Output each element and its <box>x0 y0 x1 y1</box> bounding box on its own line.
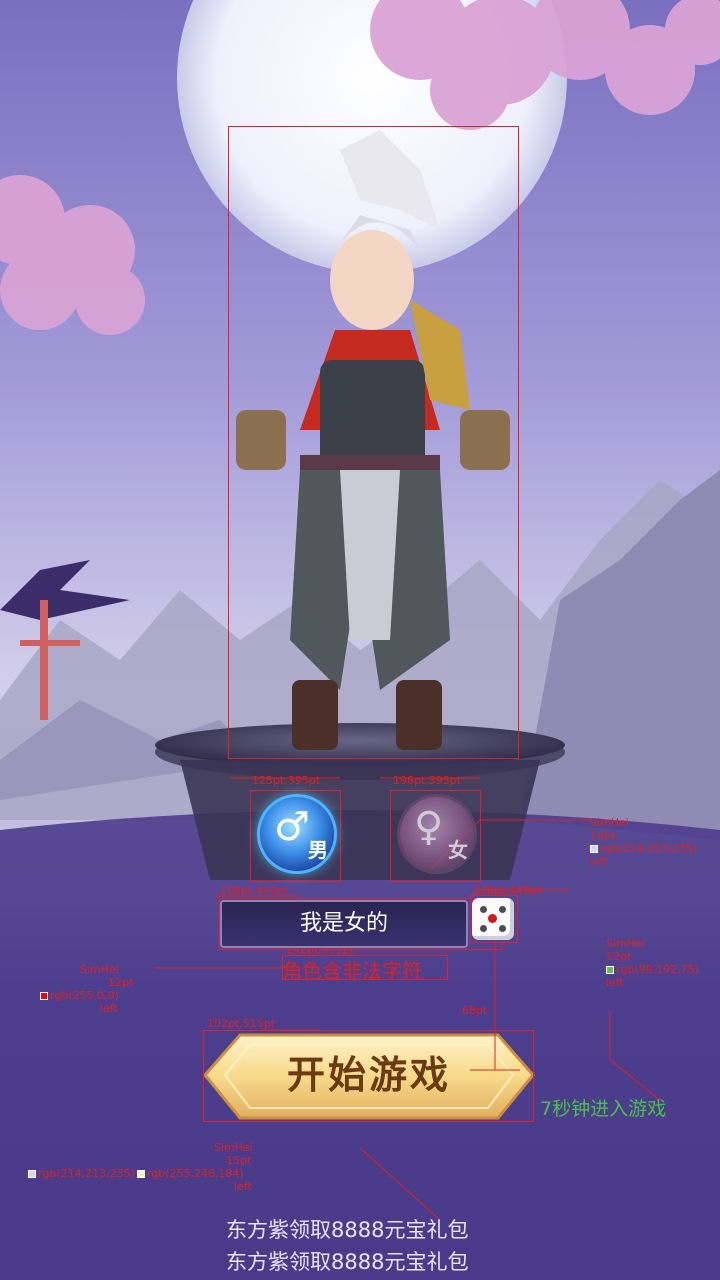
random-name-dice-icon[interactable] <box>472 898 514 940</box>
male-symbol-icon: ♂ <box>274 804 310 850</box>
countdown-text: 7秒钟进入游戏 <box>540 1098 667 1120</box>
male-gender-button[interactable]: ♂ 男 <box>260 797 334 871</box>
promo-line-1: 东方紫领取8888元宝礼包 <box>226 1218 469 1242</box>
female-gender-button[interactable]: ♀ 女 <box>400 797 474 871</box>
gender-spec: SimHei 14pt rgb(214,213,235) left <box>590 816 697 868</box>
character-annotation-box <box>228 126 519 759</box>
promo-line-2: 东方紫领取8888元宝礼包 <box>226 1250 469 1274</box>
start-game-button[interactable]: 开始游戏 <box>205 1030 533 1120</box>
female-label: 女 <box>448 838 468 862</box>
male-position-label: 125pt,395pt <box>252 774 321 787</box>
start-game-label: 开始游戏 <box>286 1052 451 1097</box>
male-label: 男 <box>308 838 328 862</box>
promo-spec: SimHei 15pt rgb(214,213,235) rgb(255,246,… <box>28 1141 253 1193</box>
character-name-input[interactable]: 我是女的 <box>220 900 468 948</box>
start-side-label: 68pt <box>462 1004 488 1017</box>
error-spec: SimHei 12pt rgb(255,0,0) left <box>40 963 133 1015</box>
name-error-message: 角色含非法字符 <box>282 959 422 983</box>
countdown-spec: SimHei 12pt rgb(99,192,75) left <box>606 937 699 989</box>
start-position-label: 102pt,515pt <box>207 1017 276 1030</box>
name-position-label: 108pt,449pt <box>220 884 289 897</box>
dice-position-label: 236pt,449pt <box>473 884 542 897</box>
female-position-label: 196pt,395pt <box>393 774 462 787</box>
female-symbol-icon: ♀ <box>414 804 444 850</box>
